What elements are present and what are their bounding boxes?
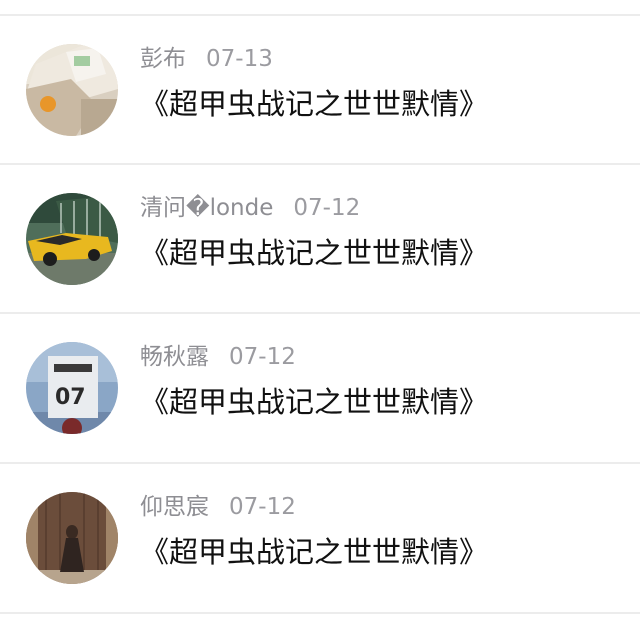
comment-date: 07-13 <box>206 46 273 72</box>
comment-meta: 畅秋露 07-12 <box>140 342 296 372</box>
avatar[interactable]: 07 <box>26 342 118 434</box>
comment-meta: 仰思宸 07-12 <box>140 492 296 522</box>
comment-date: 07-12 <box>229 344 296 370</box>
comment-text: 《超甲虫战记之世世默情》 <box>140 87 489 121</box>
author-name[interactable]: 彭布 <box>140 46 186 72</box>
comment-meta: 彭布 07-13 <box>140 44 273 74</box>
avatar[interactable] <box>26 44 118 136</box>
comment-item[interactable]: 清问�londe 07-12 《超甲虫战记之世世默情》 <box>0 193 640 343</box>
comment-list: 彭布 07-13 《超甲虫战记之世世默情》 清问�londe 07-12 《超甲… <box>0 0 640 634</box>
jersey-number: 07 <box>55 385 86 410</box>
comment-date: 07-12 <box>293 195 361 221</box>
comment-meta: 清问�londe 07-12 <box>140 193 360 223</box>
comment-text: 《超甲虫战记之世世默情》 <box>140 385 489 419</box>
divider <box>0 163 640 165</box>
divider <box>0 612 640 614</box>
comment-text: 《超甲虫战记之世世默情》 <box>140 236 489 270</box>
author-name[interactable]: 畅秋露 <box>140 344 209 370</box>
comment-text: 《超甲虫战记之世世默情》 <box>140 535 489 569</box>
author-name[interactable]: 清问�londe <box>140 195 273 221</box>
divider <box>0 462 640 464</box>
comment-item[interactable]: 07 畅秋露 07-12 《超甲虫战记之世世默情》 <box>0 342 640 492</box>
comment-date: 07-12 <box>229 494 296 520</box>
avatar[interactable] <box>26 492 118 584</box>
avatar[interactable] <box>26 193 118 285</box>
comment-item[interactable]: 彭布 07-13 《超甲虫战记之世世默情》 <box>0 44 640 194</box>
divider <box>0 14 640 16</box>
divider <box>0 312 640 314</box>
author-name[interactable]: 仰思宸 <box>140 494 209 520</box>
